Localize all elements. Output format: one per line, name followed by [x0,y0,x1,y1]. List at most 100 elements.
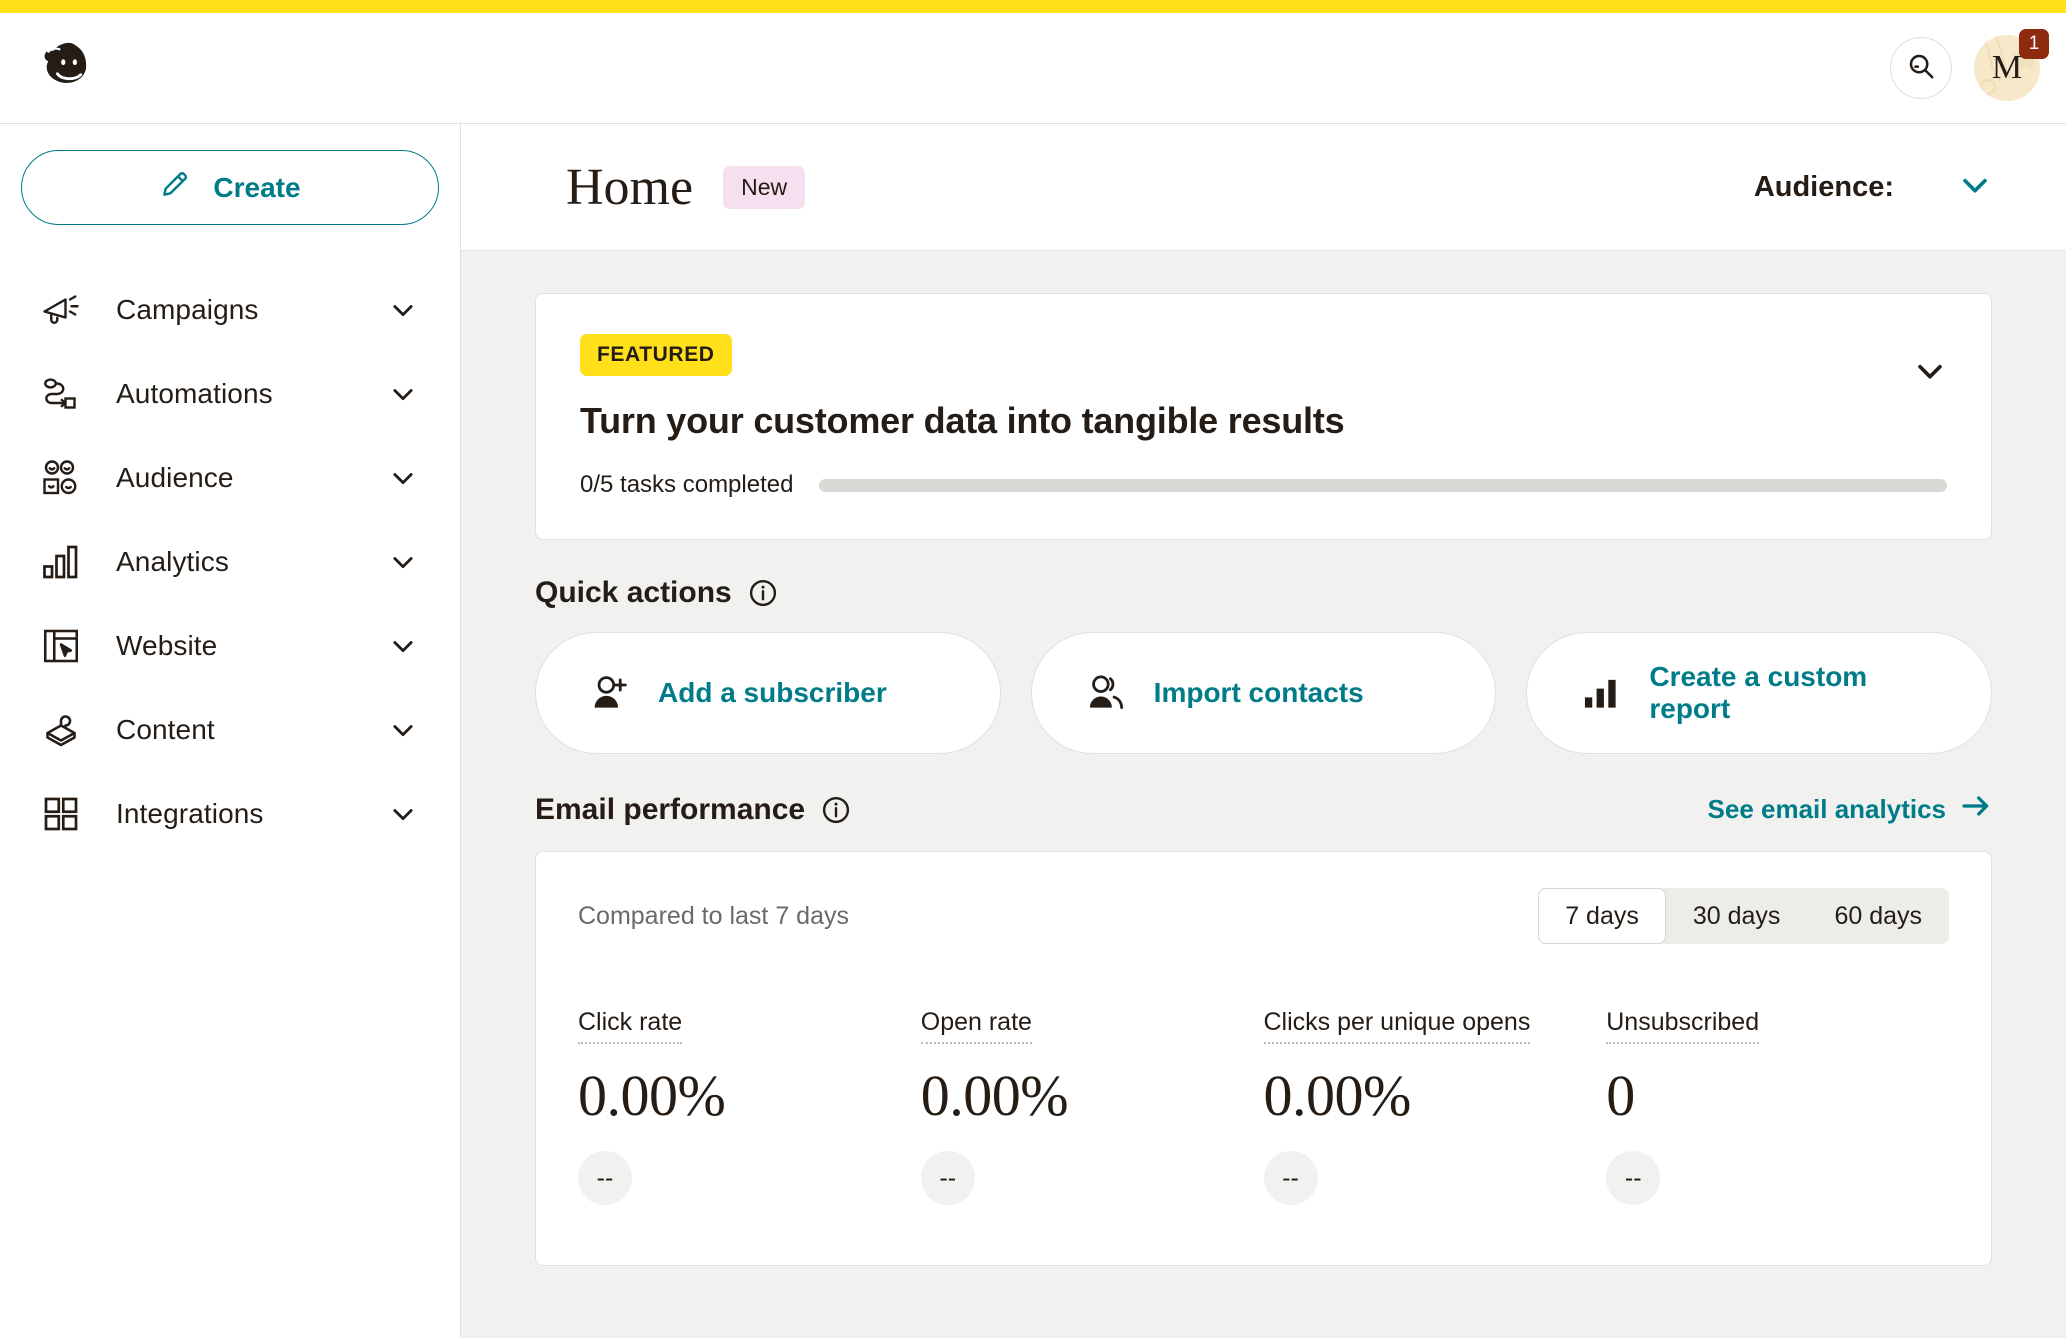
range-option-7-days[interactable]: 7 days [1538,888,1666,944]
people-icon [38,455,84,501]
chevron-down-icon [1958,168,1992,207]
sidebar-item-audience[interactable]: Audience [0,436,460,520]
workflow-icon [38,371,84,417]
dashboard-content: FEATURED Turn your customer data into ta… [461,251,2066,1338]
see-email-analytics-label: See email analytics [1707,794,1946,824]
see-email-analytics-link[interactable]: See email analytics [1708,790,1992,829]
metric-value: 0.00% [1263,1063,1412,1128]
quick-action-label: Create a custom report [1649,661,1868,724]
featured-title: Turn your customer data into tangible re… [580,400,1345,441]
quick-action-add-subscriber[interactable]: Add a subscriber [535,632,1001,754]
metric-delta: -- [920,1151,975,1205]
metric-label[interactable]: Unsubscribed [1606,1008,1760,1044]
window-cursor-icon [38,623,84,669]
chevron-down-icon [1913,354,1947,393]
email-performance-title: Email performance [535,792,806,826]
audience-selector-label: Audience: [1753,170,1894,203]
chevron-down-icon [388,631,418,661]
quick-action-label: Add a subscriber [658,677,887,709]
featured-collapse-button[interactable] [1913,356,1947,390]
audience-selector[interactable]: Audience: [1754,168,1992,207]
featured-progress-bar [819,478,1947,492]
chevron-down-icon [388,799,418,829]
header-actions: M 1 [1890,29,2049,101]
sidebar-item-automations[interactable]: Automations [0,352,460,436]
page-title: Home [566,158,694,216]
metric-delta: -- [1606,1151,1661,1205]
pencil-icon [159,168,191,207]
info-icon[interactable] [748,578,778,608]
mailchimp-freddie-logo[interactable] [40,37,102,99]
search-icon [1906,51,1936,86]
metric-clicks-per-unique-opens: Clicks per unique opens 0.00% -- [1263,1008,1607,1205]
sidebar-item-label: Website [116,630,218,661]
page-title-row: Home New [566,158,806,217]
notification-badge[interactable]: 1 [2019,29,2049,59]
sidebar-item-label: Automations [116,378,273,409]
email-performance-header: Email performance See email analytics [535,790,1992,829]
sidebar-item-website[interactable]: Website [0,604,460,688]
quick-actions-title-row: Quick actions [535,576,778,610]
email-performance-card: Compared to last 7 days 7 days 30 days 6… [535,851,1992,1266]
sidebar: Create Campaigns Automations Audience An… [0,124,461,1338]
metric-value: 0.00% [578,1063,726,1128]
featured-tasks-count: 0/5 tasks completed [580,471,794,498]
bar-chart-icon [38,539,84,585]
metric-value: 0.00% [920,1063,1069,1128]
metric-delta: -- [578,1151,632,1205]
metric-label[interactable]: Open rate [920,1008,1032,1044]
search-button[interactable] [1890,37,1952,99]
range-option-60-days[interactable]: 60 days [1807,888,1949,944]
sidebar-item-integrations[interactable]: Integrations [0,772,460,856]
date-range-toggle: 7 days 30 days 60 days [1538,888,1949,944]
chevron-down-icon [388,379,418,409]
sidebar-nav: Campaigns Automations Audience Analytics… [0,268,460,856]
sidebar-item-analytics[interactable]: Analytics [0,520,460,604]
metric-click-rate: Click rate 0.00% -- [578,1008,921,1205]
quick-actions-list: Add a subscriber Import contacts Create … [535,632,1993,754]
metric-delta: -- [1263,1151,1318,1205]
sidebar-item-content[interactable]: Content [0,688,460,772]
metric-open-rate: Open rate 0.00% -- [920,1008,1264,1205]
chevron-down-icon [388,295,418,325]
app-root: M 1 Create Campaigns Automations Audienc… [0,0,2066,1338]
quick-action-label: Import contacts [1153,677,1364,709]
sidebar-item-label: Audience [116,462,234,493]
metric-label[interactable]: Clicks per unique opens [1263,1008,1531,1044]
chevron-down-icon [388,547,418,577]
metrics-row: Click rate 0.00% -- Open rate 0.00% -- C… [578,1008,1949,1205]
featured-progress-row: 0/5 tasks completed [580,471,1947,499]
grid-icon [38,791,84,837]
chevron-down-icon [388,715,418,745]
sidebar-item-campaigns[interactable]: Campaigns [0,268,460,352]
avatar-initial: M [1991,49,2023,86]
email-performance-title-row: Email performance [535,793,851,827]
sidebar-item-label: Campaigns [116,294,259,325]
range-option-30-days[interactable]: 30 days [1666,888,1808,944]
sidebar-item-label: Content [116,714,215,745]
brand-top-strip [0,0,2066,13]
sidebar-item-label: Integrations [116,798,264,829]
create-button-label: Create [213,171,301,203]
create-button[interactable]: Create [21,150,439,225]
bar-chart-icon [1581,673,1621,713]
quick-actions-title: Quick actions [535,576,732,609]
content-icon [38,707,84,753]
global-header: M 1 [0,13,2066,124]
featured-badge: FEATURED [580,334,732,376]
metric-value: 0 [1606,1063,1635,1128]
quick-action-import-contacts[interactable]: Import contacts [1030,632,1497,754]
status-badge: New [723,165,806,209]
info-icon[interactable] [821,795,851,825]
megaphone-icon [38,287,84,333]
people-icon [1086,673,1126,713]
chevron-down-icon [388,463,418,493]
person-plus-icon [590,673,630,713]
metric-label[interactable]: Click rate [578,1008,683,1044]
quick-actions-header: Quick actions [535,576,1992,610]
account-menu[interactable]: M 1 [1974,29,2049,101]
sidebar-item-label: Analytics [116,546,229,577]
page-header: Home New Audience: [461,124,2066,251]
quick-action-create-custom-report[interactable]: Create a custom report [1526,632,1993,754]
email-performance-toolbar: Compared to last 7 days 7 days 30 days 6… [578,888,1949,944]
